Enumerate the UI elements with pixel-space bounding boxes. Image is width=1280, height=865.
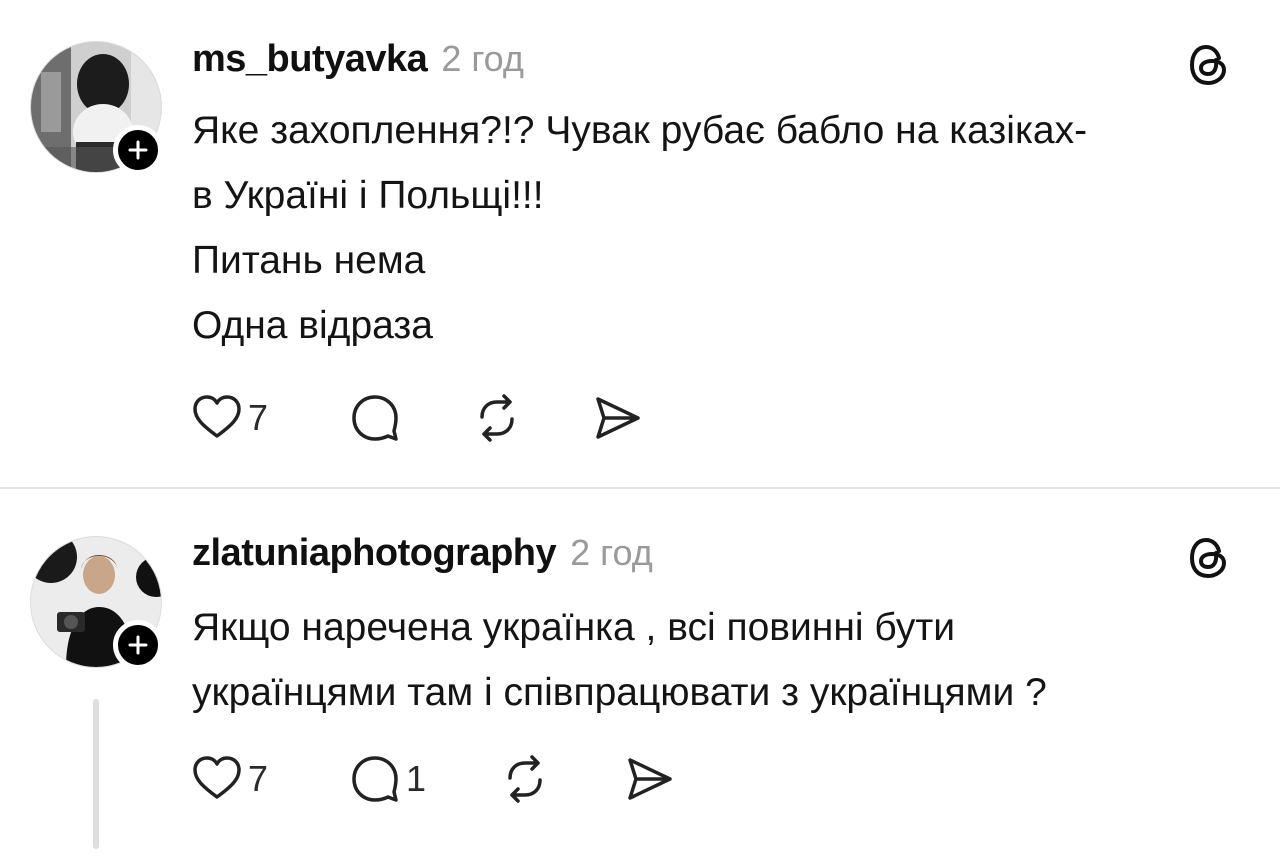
username[interactable]: zlatuniaphotography (192, 532, 557, 575)
share-button[interactable] (622, 751, 682, 807)
post-time: 2 год (570, 532, 653, 573)
send-icon (628, 758, 672, 800)
plus-icon (128, 635, 148, 655)
post-zlatuniaphotography: zlatuniaphotography 2 год Якщо наречена … (0, 489, 1280, 865)
post-text-line: Питань нема (192, 239, 426, 282)
plus-icon (128, 140, 148, 160)
reply-button[interactable] (348, 390, 458, 446)
like-count: 7 (248, 758, 269, 799)
post-text-line: Якщо наречена українка , всі повинні бут… (192, 606, 956, 649)
send-icon (596, 397, 640, 439)
post-time: 2 год (441, 38, 524, 79)
reply-button[interactable]: 1 (348, 751, 468, 807)
comment-icon (352, 395, 398, 441)
thread-connector-line (93, 699, 99, 849)
post-text-line: в Україні і Польщі!!! (192, 174, 544, 217)
post-body: Якщо наречена українка , всі повинні бут… (192, 595, 1252, 725)
post-text-line: Одна відраза (192, 304, 433, 347)
comment-icon (352, 756, 398, 802)
threads-logo-icon[interactable] (1184, 533, 1234, 583)
like-button[interactable]: 7 (190, 751, 310, 807)
post-header: zlatuniaphotography 2 год (192, 532, 653, 580)
follow-button[interactable] (113, 125, 163, 175)
username[interactable]: ms_butyavka (192, 38, 428, 81)
post-body: Яке захоплення?!? Чувак рубає бабло на к… (192, 98, 1252, 358)
threads-logo-icon[interactable] (1184, 40, 1234, 90)
like-button[interactable]: 7 (190, 390, 308, 446)
post-text-line: Яке захоплення?!? Чувак рубає бабло на к… (192, 109, 1088, 152)
repost-button[interactable] (498, 751, 622, 807)
repost-button[interactable] (470, 390, 590, 446)
avatar-container[interactable] (30, 536, 163, 670)
heart-icon (193, 756, 241, 799)
post-actions: 7 (190, 390, 650, 446)
post-actions: 7 1 (190, 751, 682, 807)
reply-count: 1 (406, 758, 427, 799)
like-count: 7 (248, 397, 269, 438)
heart-icon (193, 395, 241, 438)
follow-button[interactable] (113, 620, 163, 670)
post-ms-butyavka: ms_butyavka 2 год Яке захоплення?!? Чува… (0, 0, 1280, 487)
repost-icon (508, 755, 542, 803)
post-header: ms_butyavka 2 год (192, 38, 524, 86)
avatar-container[interactable] (30, 41, 163, 175)
repost-icon (480, 394, 514, 442)
share-button[interactable] (590, 390, 650, 446)
threads-feed: ms_butyavka 2 год Яке захоплення?!? Чува… (0, 0, 1280, 865)
post-text-line: українцями там і співпрацювати з українц… (192, 671, 1047, 714)
